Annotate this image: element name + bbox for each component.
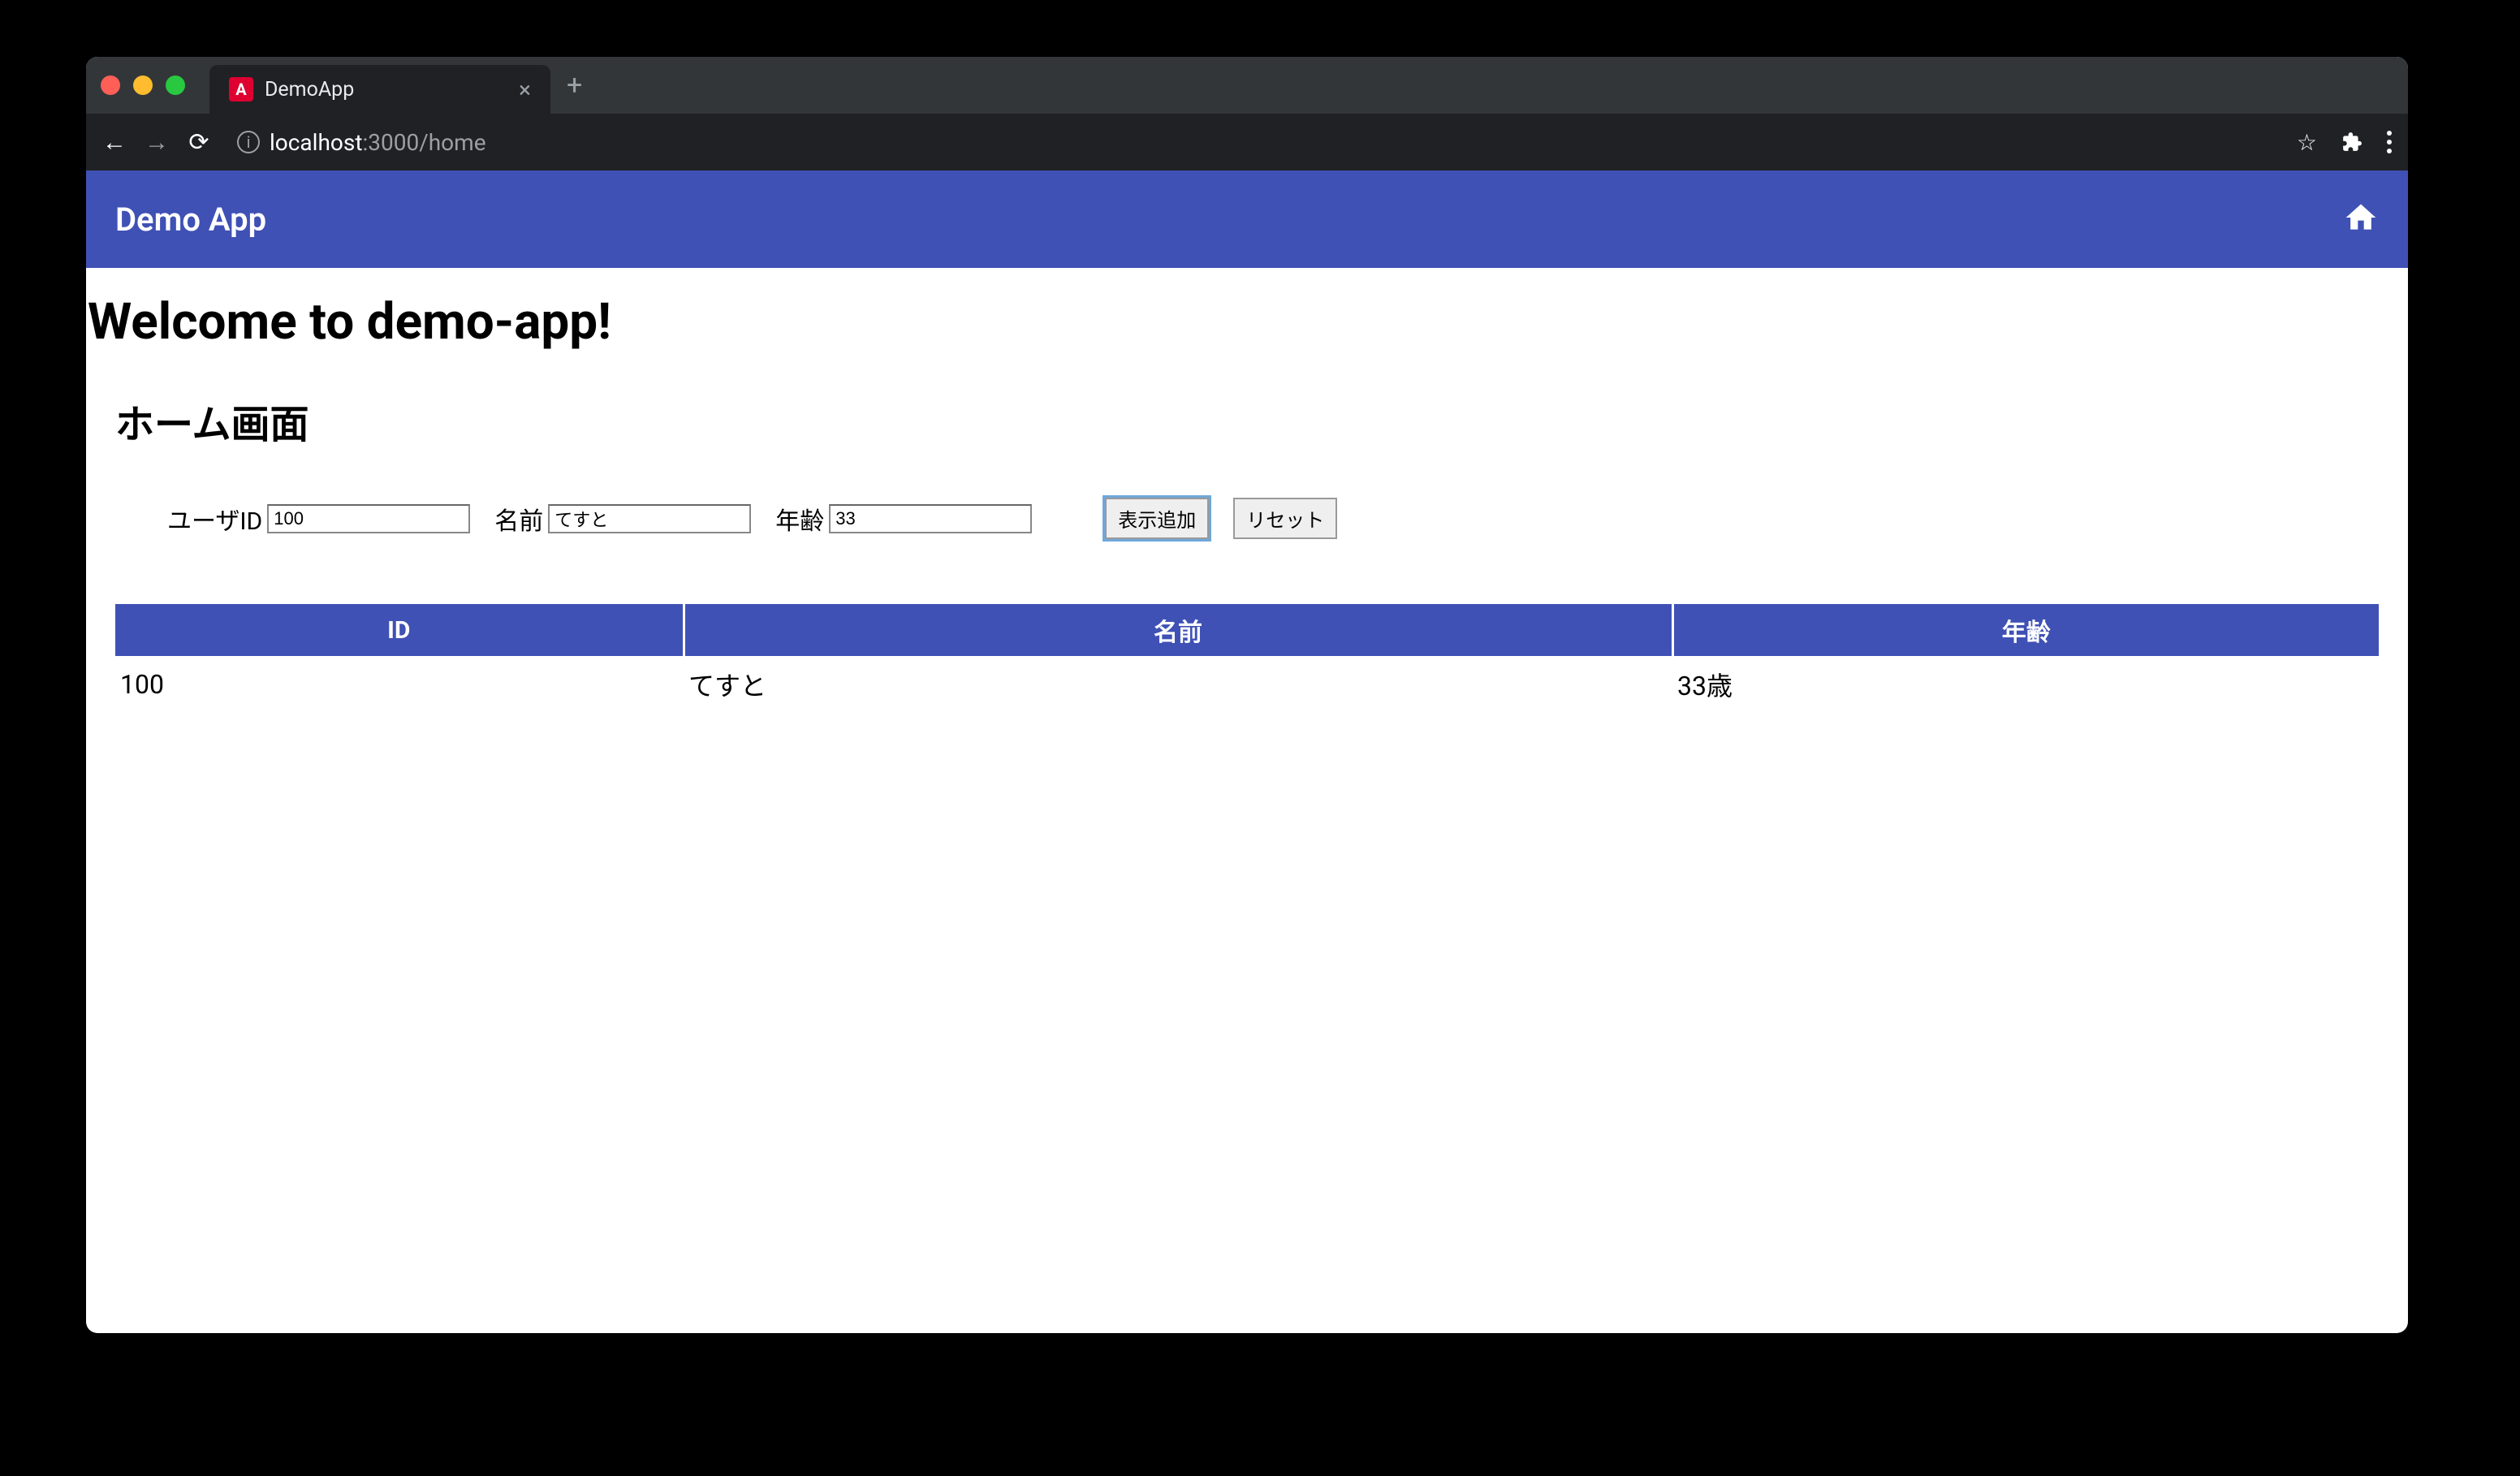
cell-age: 33歳 — [1672, 656, 2379, 713]
close-window-button[interactable] — [101, 76, 120, 95]
col-header-name: 名前 — [684, 604, 1672, 656]
age-label: 年齢 — [775, 501, 824, 537]
url-path: :3000/home — [362, 129, 485, 156]
back-icon[interactable]: ← — [102, 128, 127, 157]
age-input[interactable] — [829, 504, 1032, 533]
welcome-heading: Welcome to demo-app! — [86, 292, 2408, 352]
col-header-age: 年齢 — [1672, 604, 2379, 656]
name-input[interactable] — [548, 504, 751, 533]
page-content: Welcome to demo-app! ホーム画面 ユーザID 名前 年齢 表… — [86, 292, 2408, 713]
url-host: localhost — [270, 129, 362, 156]
data-table: ID 名前 年齢 100 てすと 33歳 — [115, 604, 2379, 713]
user-id-input[interactable] — [267, 504, 470, 533]
app-title: Demo App — [115, 201, 266, 239]
browser-window: A DemoApp × + ← → ⟳ i localhost:3000/hom… — [86, 57, 2408, 1333]
col-header-id: ID — [115, 604, 684, 656]
toolbar-right: ☆ — [2297, 129, 2392, 156]
tab-title: DemoApp — [265, 78, 507, 101]
app-header: Demo App — [86, 170, 2408, 268]
browser-toolbar: ← → ⟳ i localhost:3000/home ☆ — [86, 114, 2408, 170]
browser-tab-bar: A DemoApp × + — [86, 57, 2408, 114]
input-form: ユーザID 名前 年齢 表示追加 リセット — [167, 498, 2408, 539]
age-group: 年齢 — [775, 501, 1032, 537]
add-button[interactable]: 表示追加 — [1105, 498, 1209, 539]
extensions-icon[interactable] — [2341, 132, 2362, 153]
user-id-label: ユーザID — [167, 501, 262, 537]
address-bar[interactable]: i localhost:3000/home — [229, 129, 2279, 156]
user-id-group: ユーザID — [167, 501, 470, 537]
angular-favicon-icon: A — [229, 77, 253, 101]
name-label: 名前 — [494, 501, 543, 537]
reload-icon[interactable]: ⟳ — [187, 128, 211, 157]
forward-icon[interactable]: → — [145, 128, 169, 157]
home-icon[interactable] — [2343, 200, 2379, 239]
cell-id: 100 — [115, 656, 684, 713]
new-tab-button[interactable]: + — [567, 69, 582, 101]
minimize-window-button[interactable] — [133, 76, 153, 95]
cell-name: てすと — [684, 656, 1672, 713]
reset-button[interactable]: リセット — [1233, 498, 1337, 539]
table-row: 100 てすと 33歳 — [115, 656, 2379, 713]
site-info-icon[interactable]: i — [237, 131, 260, 153]
star-icon[interactable]: ☆ — [2297, 129, 2317, 156]
browser-tab[interactable]: A DemoApp × — [209, 65, 550, 114]
close-tab-icon[interactable]: × — [519, 76, 531, 103]
page-subtitle: ホーム画面 — [115, 392, 2408, 449]
browser-menu-icon[interactable] — [2387, 131, 2392, 153]
data-table-wrap: ID 名前 年齢 100 てすと 33歳 — [115, 604, 2379, 713]
maximize-window-button[interactable] — [166, 76, 185, 95]
name-group: 名前 — [494, 501, 751, 537]
window-controls — [101, 76, 185, 95]
